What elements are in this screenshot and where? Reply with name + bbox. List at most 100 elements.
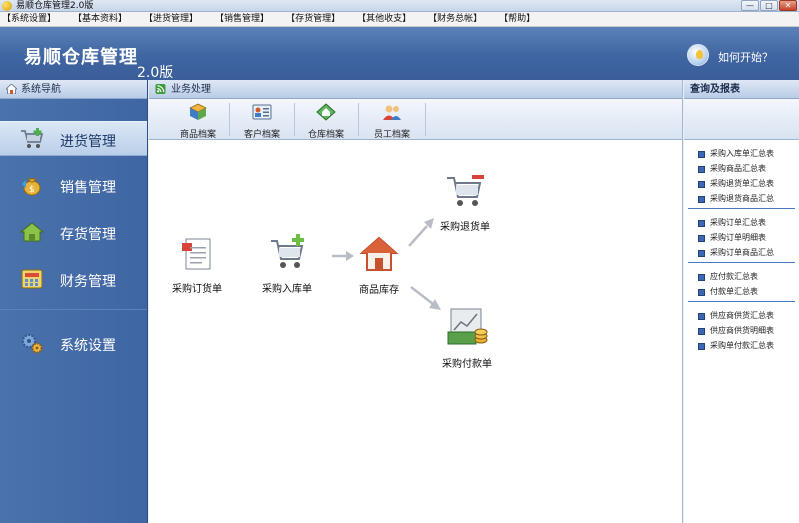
menu-basic-data[interactable]: 【基本资料】 [73,12,127,27]
toolbar-label: 仓库档案 [307,130,344,140]
flow-purchase-return[interactable]: 采购退货单 [435,171,495,233]
toolbar-label: 客户档案 [243,130,280,140]
toolbar-warehouse-archive[interactable]: 仓库档案 [297,103,355,140]
flow-purchase-order[interactable]: 采购订货单 [169,235,225,295]
nav-item-sales[interactable]: $ 销售管理 [0,168,147,203]
nav-item-label: 系统设置 [60,338,116,354]
nav-item-label: 销售管理 [60,180,116,196]
arrow-stock-to-payment [410,286,434,305]
report-link[interactable]: 采购订单汇总表 [688,215,795,230]
nav-item-label: 财务管理 [60,274,116,290]
title-bar: 易顺仓库管理2.0版 — □ ✕ [0,0,799,12]
report-link[interactable]: 付款单汇总表 [688,284,795,299]
toolbar-separator [425,103,426,136]
home-stock-icon [359,236,399,271]
nav-item-label: 进货管理 [60,134,116,150]
customer-icon [252,104,272,120]
flow-purchase-payment[interactable]: 采购付款单 [437,306,497,370]
app-icon [2,1,12,11]
maximize-button[interactable]: □ [760,0,778,11]
report-link[interactable]: 采购退货商品汇总 [688,191,795,206]
left-navigation: 系统导航 进货管理 $ 销售管理 存货管理 财务管理 系统设置 [0,80,148,523]
report-link[interactable]: 采购订单明细表 [688,230,795,245]
toolbar-label: 商品档案 [179,130,216,140]
toolbar-customer-archive[interactable]: 客户档案 [233,103,291,140]
nav-header-title: 系统导航 [21,84,61,95]
money-bag-icon: $ [22,178,41,196]
report-group-payables: 应付款汇总表 付款单汇总表 [688,263,795,302]
business-panel: 业务处理 商品档案 客户档案 仓库档案 员工档案 采购订货单 采购入库单 商品库… [149,80,683,523]
report-group-purchase-order: 采购订单汇总表 采购订单明细表 采购订单商品汇总 [688,209,795,263]
flow-label: 采购订货单 [172,284,222,295]
nav-header: 系统导航 [0,80,147,99]
menu-other-income[interactable]: 【其他收支】 [357,12,411,27]
nav-item-purchase[interactable]: 进货管理 [0,121,147,156]
flow-label: 采购退货单 [440,222,490,233]
reports-toolbar-spacer [684,99,799,140]
house-icon [20,222,44,242]
reports-panel: 查询及报表 采购入库单汇总表 采购商品汇总表 采购退货单汇总表 采购退货商品汇总… [684,80,799,523]
window-controls: — □ ✕ [741,0,797,12]
nav-item-system-settings[interactable]: 系统设置 [0,326,147,361]
home-icon [6,84,17,94]
toolbar-employee-archive[interactable]: 员工档案 [363,103,421,140]
cart-return-icon [447,175,484,206]
document-icon [182,238,211,270]
business-panel-title: 业务处理 [171,84,211,95]
close-button[interactable]: ✕ [779,0,797,11]
version-label: 2.0版 [137,65,174,81]
business-panel-header: 业务处理 [149,80,682,99]
menu-purchase[interactable]: 【进货管理】 [144,12,198,27]
report-link[interactable]: 采购订单商品汇总 [688,245,795,260]
menu-sales[interactable]: 【销售管理】 [215,12,269,27]
toolbar-separator [229,103,230,136]
nav-item-finance[interactable]: 财务管理 [0,262,147,297]
flow-product-stock[interactable]: 商品库存 [351,234,407,296]
report-link[interactable]: 采购退货单汇总表 [688,176,795,191]
menu-help[interactable]: 【帮助】 [499,12,535,27]
report-link[interactable]: 供应商供货汇总表 [688,308,795,323]
help-link[interactable]: 如何开始？ [718,49,773,65]
nav-item-label: 存货管理 [60,227,116,243]
flow-label: 采购入库单 [262,284,312,295]
warehouse-icon [316,103,336,121]
menu-bar: 【系统设置】 【基本资料】 【进货管理】 【销售管理】 【存货管理】 【其他收支… [0,12,799,27]
help-bulb-icon[interactable] [687,44,709,66]
svg-text:$: $ [29,185,35,195]
flow-purchase-inbound[interactable]: 采购入库单 [259,233,315,295]
menu-ledger[interactable]: 【财务总帐】 [428,12,482,27]
gears-icon [22,334,43,354]
minimize-button[interactable]: — [741,0,759,11]
report-group-supplier: 供应商供货汇总表 供应商供货明细表 采购单付款汇总表 [688,302,795,355]
toolbar-separator [294,103,295,136]
report-link[interactable]: 采购商品汇总表 [688,161,795,176]
shopping-cart-icon [21,128,44,148]
arrow-stock-to-return [408,225,428,247]
cart-add-icon [271,234,304,268]
menu-system-settings[interactable]: 【系统设置】 [2,12,56,27]
toolbar-separator [358,103,359,136]
report-link[interactable]: 应付款汇总表 [688,269,795,284]
menu-inventory[interactable]: 【存货管理】 [286,12,340,27]
product-icon [189,103,207,120]
nav-item-inventory[interactable]: 存货管理 [0,215,147,250]
flow-arrows [332,218,441,310]
report-group-purchase-inbound: 采购入库单汇总表 采购商品汇总表 采购退货单汇总表 采购退货商品汇总 [688,140,795,209]
reports-header: 查询及报表 [684,80,799,99]
rss-icon [155,84,166,94]
report-link[interactable]: 采购单付款汇总表 [688,338,795,353]
nav-divider [0,309,147,310]
flow-label: 采购付款单 [442,359,492,370]
money-chart-icon [447,308,488,345]
toolbar-label: 员工档案 [373,130,410,140]
employee-icon [383,105,401,120]
archive-toolbar: 商品档案 客户档案 仓库档案 员工档案 [149,99,682,140]
flow-label: 商品库存 [359,285,399,296]
window-title: 易顺仓库管理2.0版 [16,1,94,11]
brand-reflection: 易顺仓库管理 [24,50,138,62]
calculator-icon [21,269,43,289]
report-link[interactable]: 供应商供货明细表 [688,323,795,338]
header-banner: 易顺仓库管理 易顺仓库管理 2.0版 如何开始？ [0,27,799,81]
report-link[interactable]: 采购入库单汇总表 [688,146,795,161]
toolbar-product-archive[interactable]: 商品档案 [169,103,227,140]
